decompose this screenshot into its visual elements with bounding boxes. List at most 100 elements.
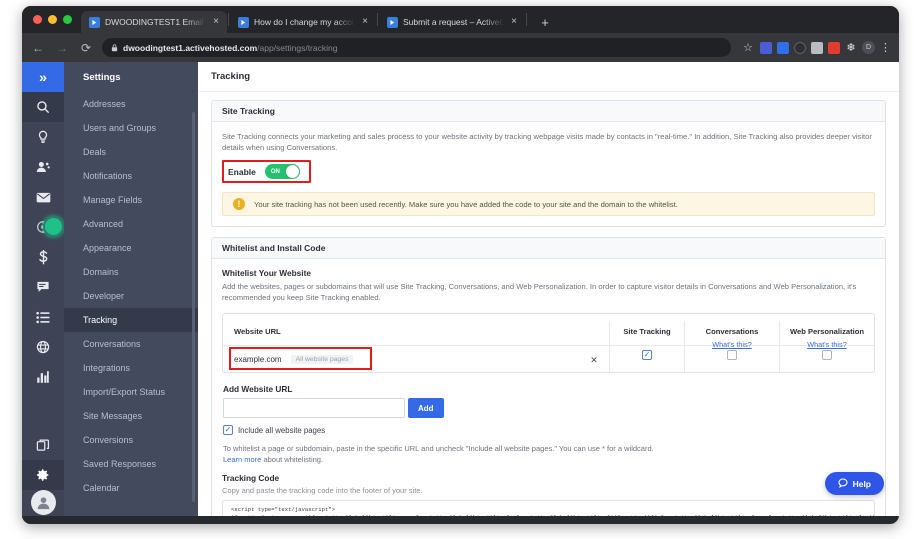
close-window-button[interactable] xyxy=(33,15,42,24)
avatar[interactable] xyxy=(31,490,56,515)
column-header-site-tracking: Site Tracking xyxy=(609,321,684,345)
sidebar-item-manage-fields[interactable]: Manage Fields xyxy=(64,188,198,212)
extension-dark-circle-icon[interactable] xyxy=(794,42,806,54)
settings-gear-icon[interactable] xyxy=(22,460,64,490)
whitelist-conversations-cell xyxy=(684,346,779,372)
content-scroll-region: Site Tracking Site Tracking connects you… xyxy=(198,92,899,524)
whitelist-url-value[interactable]: example.com xyxy=(234,355,282,364)
column-header-web-personalization: Web Personalization What's this? xyxy=(779,321,874,345)
sidebar-item-appearance[interactable]: Appearance xyxy=(64,236,198,260)
search-icon[interactable] xyxy=(22,92,64,122)
whitelist-help-suffix: about whitelisting. xyxy=(261,455,323,464)
settings-sidebar-title: Settings xyxy=(64,62,198,92)
pages-copy-icon[interactable] xyxy=(22,430,64,460)
forward-icon[interactable]: → xyxy=(54,40,70,56)
sidebar-item-conversions[interactable]: Conversions xyxy=(64,428,198,452)
whitelist-table: Website URL Site Tracking Conversations … xyxy=(222,313,875,373)
profile-avatar-button[interactable]: D xyxy=(862,41,875,54)
horizontal-scrollbar[interactable] xyxy=(22,516,899,524)
site-tracking-card: Site Tracking Site Tracking connects you… xyxy=(211,100,886,227)
browser-tab-2[interactable]: How do I change my account n × xyxy=(230,11,376,33)
remove-url-icon[interactable]: ✕ xyxy=(590,355,598,365)
extension-red-icon[interactable] xyxy=(828,42,840,54)
extension-puzzle-blue-icon[interactable] xyxy=(760,42,772,54)
tab-divider xyxy=(526,13,527,26)
whitelist-card-title: Whitelist and Install Code xyxy=(222,243,325,253)
add-website-url-input[interactable] xyxy=(223,398,405,418)
app-icon-rail: » xyxy=(22,62,64,524)
extensions-puzzle-icon[interactable]: ❄ xyxy=(845,42,857,54)
column-header-site-tracking-label: Site Tracking xyxy=(623,327,670,336)
activecampaign-logo-icon[interactable]: » xyxy=(22,62,64,92)
add-url-button[interactable]: Add xyxy=(408,398,444,418)
campaigns-envelope-icon[interactable] xyxy=(22,182,64,212)
extension-grid-icon[interactable] xyxy=(811,42,823,54)
close-icon[interactable]: × xyxy=(211,17,221,27)
help-button[interactable]: Help xyxy=(825,472,884,495)
minimize-window-button[interactable] xyxy=(48,15,57,24)
sidebar-item-advanced[interactable]: Advanced xyxy=(64,212,198,236)
website-globe-icon[interactable] xyxy=(22,332,64,362)
lightbulb-icon[interactable] xyxy=(22,122,64,152)
sidebar-item-calendar[interactable]: Calendar xyxy=(64,476,198,500)
tab-divider xyxy=(228,13,229,26)
sidebar-item-tracking[interactable]: Tracking xyxy=(64,308,198,332)
sidebar-item-import-export-status[interactable]: Import/Export Status xyxy=(64,380,198,404)
browser-menu-icon[interactable]: ⋮ xyxy=(880,44,891,52)
include-all-pages-checkbox[interactable]: ✓ xyxy=(223,425,233,435)
help-button-label: Help xyxy=(853,479,871,489)
add-website-url-row: Add xyxy=(223,398,875,418)
page-title: Tracking xyxy=(211,71,250,82)
column-header-website-url-label: Website URL xyxy=(234,327,281,336)
sidebar-item-users-and-groups[interactable]: Users and Groups xyxy=(64,116,198,140)
whitelist-table-header: Website URL Site Tracking Conversations … xyxy=(223,314,874,346)
deals-dollar-icon[interactable] xyxy=(22,242,64,272)
contacts-icon[interactable] xyxy=(22,152,64,182)
sidebar-item-saved-responses[interactable]: Saved Responses xyxy=(64,452,198,476)
lock-icon xyxy=(111,39,118,57)
site-tracking-checkbox[interactable]: ✓ xyxy=(642,350,652,360)
sidebar-item-site-messages[interactable]: Site Messages xyxy=(64,404,198,428)
sidebar-item-deals[interactable]: Deals xyxy=(64,140,198,164)
browser-tab-3[interactable]: Submit a request – ActiveCam × xyxy=(379,11,525,33)
reports-chart-icon[interactable] xyxy=(22,362,64,392)
extension-blue-arrow-icon[interactable] xyxy=(777,42,789,54)
column-header-conversations: Conversations What's this? xyxy=(684,321,779,345)
site-tracking-toggle[interactable]: ON xyxy=(265,164,300,179)
address-bar[interactable]: dwoodingtest1.activehosted.com/app/setti… xyxy=(102,38,731,57)
reload-icon[interactable]: ⟳ xyxy=(78,40,94,56)
lists-icon[interactable] xyxy=(22,302,64,332)
web-personalization-checkbox[interactable] xyxy=(822,350,832,360)
maximize-window-button[interactable] xyxy=(63,15,72,24)
tracking-code-block: Tracking Code Copy and paste the trackin… xyxy=(222,473,875,522)
address-bar-host: dwoodingtest1.activehosted.com xyxy=(123,43,257,53)
activecampaign-icon xyxy=(387,17,398,28)
conversations-chat-icon[interactable] xyxy=(22,272,64,302)
tracking-code-subtitle: Copy and paste the tracking code into th… xyxy=(222,486,875,495)
toggle-state-label: ON xyxy=(271,169,280,175)
new-tab-button[interactable]: + xyxy=(534,11,556,33)
tab-divider xyxy=(377,13,378,26)
sidebar-item-conversations[interactable]: Conversations xyxy=(64,332,198,356)
whitelist-site-tracking-cell: ✓ xyxy=(609,346,684,372)
back-icon[interactable]: ← xyxy=(30,40,46,56)
whitelist-section-title: Whitelist Your Website xyxy=(222,268,875,278)
tracking-code-line-1: <script type="text/javascript"> xyxy=(231,506,866,514)
sidebar-item-developer[interactable]: Developer xyxy=(64,284,198,308)
close-icon[interactable]: × xyxy=(360,17,370,27)
close-icon[interactable]: × xyxy=(509,17,519,27)
include-all-pages-row: ✓ Include all website pages xyxy=(223,425,875,435)
automations-icon[interactable] xyxy=(22,212,64,242)
bookmark-star-icon[interactable]: ☆ xyxy=(743,41,753,54)
sidebar-item-notifications[interactable]: Notifications xyxy=(64,164,198,188)
learn-more-link[interactable]: Learn more xyxy=(223,455,261,464)
sidebar-item-domains[interactable]: Domains xyxy=(64,260,198,284)
content-header: Tracking xyxy=(198,62,899,92)
include-all-pages-label: Include all website pages xyxy=(238,426,325,435)
conversations-checkbox[interactable] xyxy=(727,350,737,360)
site-tracking-enable-row: Enable ON xyxy=(222,160,311,183)
sidebar-item-addresses[interactable]: Addresses xyxy=(64,92,198,116)
browser-tab-1[interactable]: DWOODINGTEST1 Email Mark × xyxy=(81,11,227,33)
sidebar-scrollbar[interactable] xyxy=(192,112,195,502)
sidebar-item-integrations[interactable]: Integrations xyxy=(64,356,198,380)
